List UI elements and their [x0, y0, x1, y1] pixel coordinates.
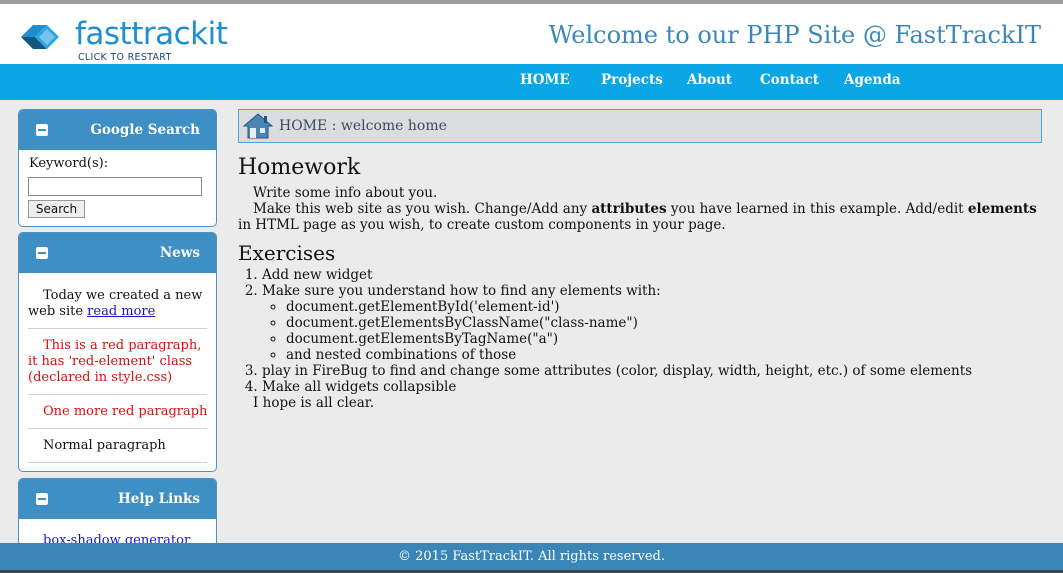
paragraph: Make this web site as you wish. Change/A… [238, 201, 1038, 233]
nav-contact[interactable]: Contact [760, 72, 819, 88]
breadcrumb: HOME : welcome home [238, 109, 1042, 143]
keyword-input[interactable] [28, 177, 202, 196]
news-item-red: This is a red paragraph, it has 'red-ele… [28, 338, 202, 385]
bold-text: attributes [591, 201, 667, 217]
divider [28, 462, 207, 463]
search-widget-title: Google Search [90, 122, 200, 138]
help-widget-title: Help Links [117, 491, 200, 507]
main-content: Homework Write some info about you. Make… [238, 155, 1038, 411]
list-item: Make all widgets collapsible [262, 379, 1038, 395]
divider [28, 428, 207, 429]
divider [28, 328, 207, 329]
header: fasttrackit CLICK TO RESTART Welcome to … [0, 4, 1063, 64]
bold-text: elements [967, 201, 1037, 217]
search-widget-header[interactable]: Google Search [19, 110, 216, 150]
exercises-heading: Exercises [238, 241, 336, 265]
news-item-red: One more red paragraph [43, 404, 208, 419]
search-button[interactable]: Search [28, 200, 85, 218]
site-title: Welcome to our PHP Site @ FastTrackIT [548, 21, 1041, 49]
exercise-list: Add new widget Make sure you understand … [262, 267, 1038, 395]
collapse-icon[interactable] [36, 124, 48, 136]
footer: © 2015 FastTrackIT. All rights reserved. [0, 543, 1063, 570]
list-item: play in FireBug to find and change some … [262, 363, 1038, 379]
paragraph: Write some info about you. [253, 185, 438, 201]
text: Make this web site as you wish. Change/A… [253, 201, 592, 217]
list-item: Make sure you understand how to find any… [262, 283, 1038, 363]
text: you have learned in this example. Add/ed… [666, 201, 968, 217]
search-widget: Google Search Keyword(s): Search [18, 109, 217, 227]
divider [28, 394, 207, 395]
logo-icon [21, 25, 59, 49]
news-widget-title: News [159, 245, 200, 261]
sub-list-item: document.getElementsByTagName("a") [286, 331, 1038, 347]
text: in HTML page as you wish, to create cust… [238, 217, 726, 233]
news-item: Normal paragraph [43, 438, 166, 453]
list-item: Add new widget [262, 267, 1038, 283]
news-item: Today we created a new web site read mor… [28, 288, 208, 320]
logo-text: fasttrackit [75, 16, 228, 52]
home-icon[interactable] [242, 112, 274, 144]
logo[interactable]: fasttrackit CLICK TO RESTART [17, 16, 257, 66]
sub-list-item: document.getElementsByClassName("class-n… [286, 315, 1038, 331]
closing-text: I hope is all clear. [253, 395, 375, 411]
list-item-text: Make sure you understand how to find any… [262, 283, 661, 299]
read-more-link[interactable]: read more [87, 304, 155, 319]
nav-about[interactable]: About [687, 72, 732, 88]
sub-list-item: document.getElementById('element-id') [286, 299, 1038, 315]
nav-agenda[interactable]: Agenda [844, 72, 901, 88]
page-heading: Homework [238, 155, 361, 180]
keyword-label: Keyword(s): [29, 156, 109, 171]
sub-list-item: and nested combinations of those [286, 347, 1038, 363]
collapse-icon[interactable] [36, 247, 48, 259]
logo-subtext: CLICK TO RESTART [78, 52, 172, 63]
main-nav: HOME Projects About Contact Agenda [0, 64, 1063, 100]
news-widget-header[interactable]: News [19, 233, 216, 273]
breadcrumb-text: HOME : welcome home [279, 118, 447, 134]
sub-list: document.getElementById('element-id') do… [286, 299, 1038, 363]
help-widget-header[interactable]: Help Links [19, 479, 216, 519]
collapse-icon[interactable] [36, 493, 48, 505]
news-widget: News Today we created a new web site rea… [18, 232, 217, 472]
nav-home[interactable]: HOME [520, 72, 570, 88]
nav-projects[interactable]: Projects [601, 72, 663, 88]
